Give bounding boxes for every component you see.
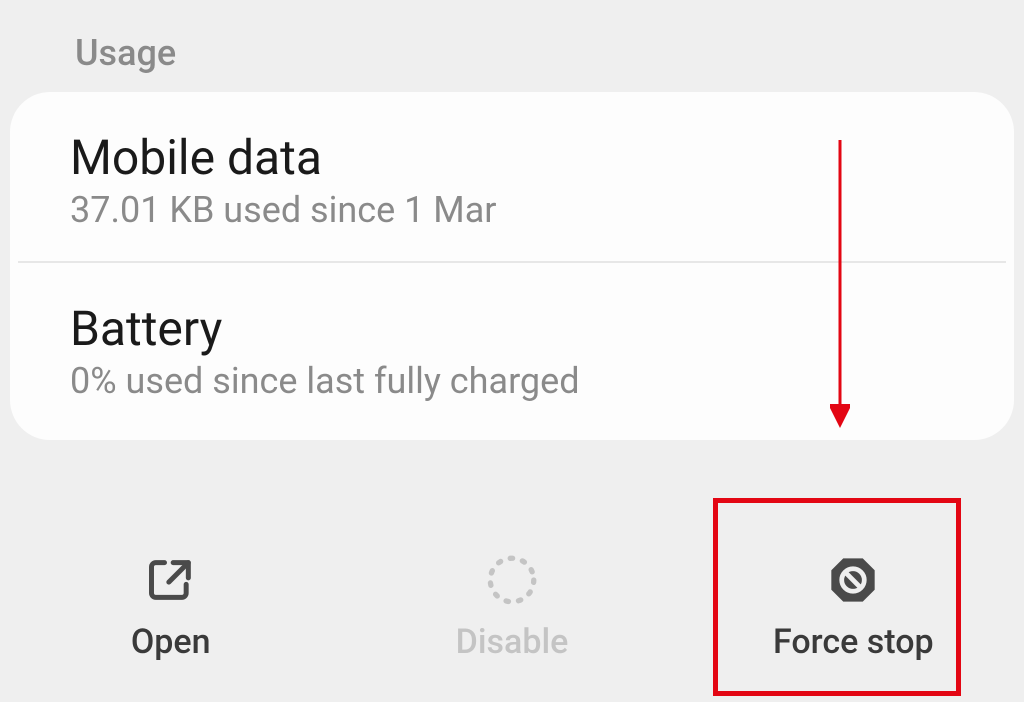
section-header-usage: Usage xyxy=(0,0,1024,92)
disable-label: Disable xyxy=(456,622,569,662)
battery-row[interactable]: Battery 0% used since last fully charged xyxy=(18,261,1006,432)
open-label: Open xyxy=(131,622,211,662)
bottom-action-bar: Open Disable Force stop xyxy=(0,512,1024,702)
disable-icon xyxy=(483,552,541,608)
disable-button[interactable]: Disable xyxy=(341,512,682,702)
mobile-data-row[interactable]: Mobile data 37.01 KB used since 1 Mar xyxy=(10,92,1014,261)
mobile-data-title: Mobile data xyxy=(70,132,954,185)
usage-card: Mobile data 37.01 KB used since 1 Mar Ba… xyxy=(10,92,1014,440)
open-button[interactable]: Open xyxy=(0,512,341,702)
force-stop-label: Force stop xyxy=(773,622,934,662)
mobile-data-subtitle: 37.01 KB used since 1 Mar xyxy=(70,189,954,231)
force-stop-icon xyxy=(827,552,879,608)
force-stop-button[interactable]: Force stop xyxy=(683,512,1024,702)
open-icon xyxy=(145,552,197,608)
battery-title: Battery xyxy=(70,303,954,356)
battery-subtitle: 0% used since last fully charged xyxy=(70,360,954,402)
